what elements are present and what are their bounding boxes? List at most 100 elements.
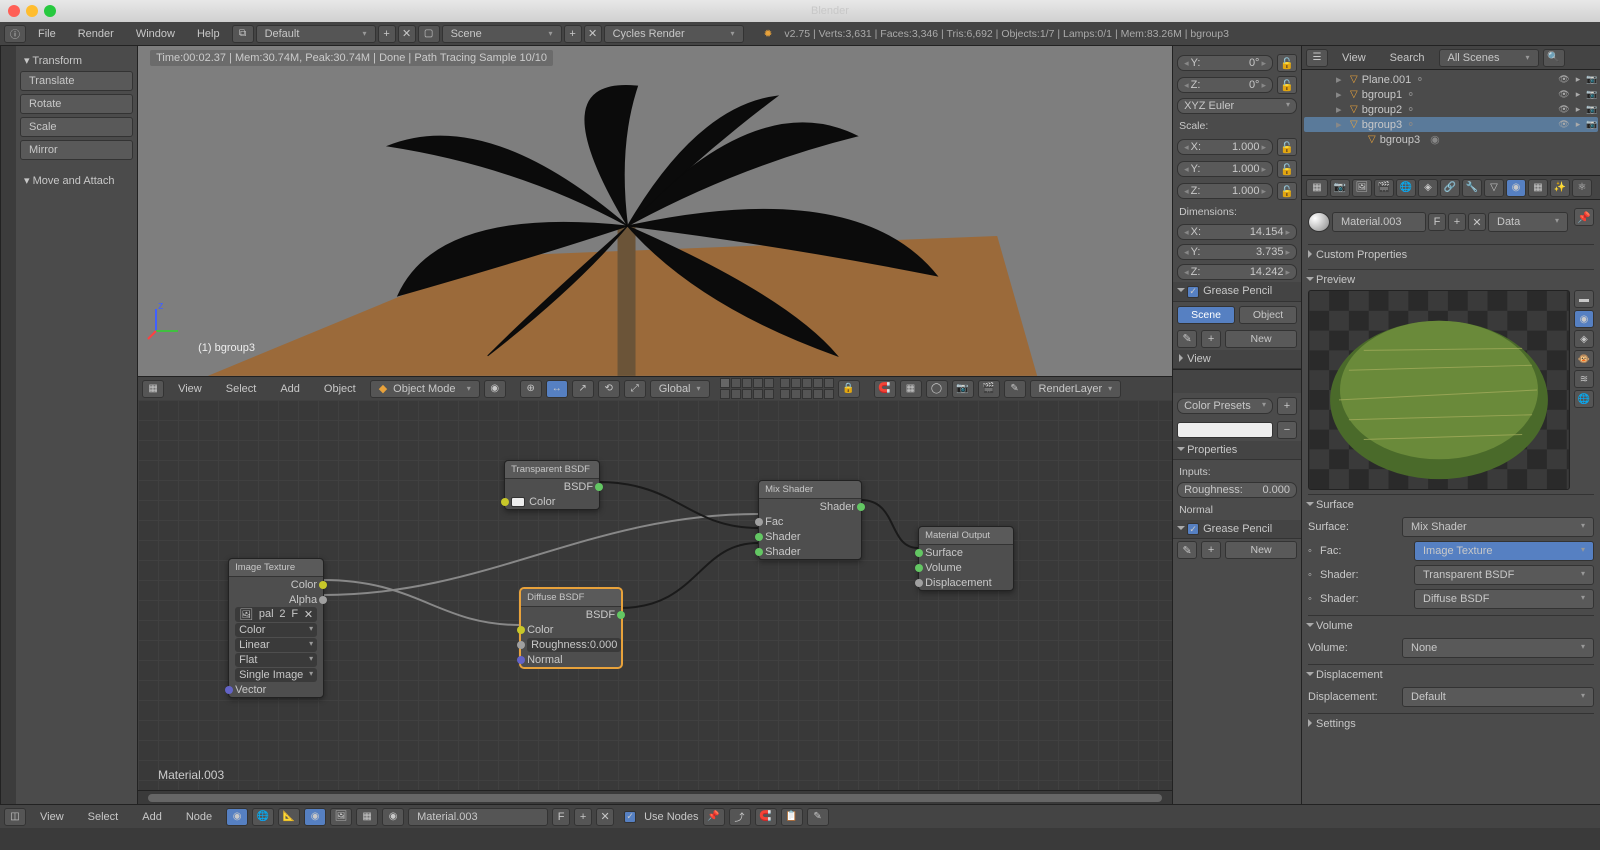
node-mix-shader[interactable]: Mix Shader Shader Fac Shader Shader <box>758 480 862 560</box>
custom-properties-panel[interactable]: Custom Properties <box>1308 244 1594 265</box>
preview-world-icon[interactable]: 🌐 <box>1574 390 1594 408</box>
ctx-scene-icon[interactable]: 🎬 <box>1374 179 1394 197</box>
preview-hair-icon[interactable]: ≋ <box>1574 370 1594 388</box>
view3d-menu-object[interactable]: Object <box>314 379 366 399</box>
snap-type-icon[interactable]: ▦ <box>900 380 922 398</box>
zoom-window-button[interactable] <box>44 5 56 17</box>
restrict-icon[interactable]: ▸ <box>1572 74 1584 86</box>
gpencil-icon[interactable]: ✎ <box>807 808 829 826</box>
volume-panel[interactable]: Volume <box>1308 615 1594 636</box>
outliner-row[interactable]: ▸▽bgroup2 ⚬👁▸📷 <box>1304 102 1598 117</box>
gp-brush-icon[interactable]: ✎ <box>1177 541 1197 559</box>
dim-z-field[interactable]: Z:14.242 <box>1177 264 1297 280</box>
roughness-field[interactable]: Roughness:0.000 <box>1177 482 1297 498</box>
outliner-view-menu[interactable]: View <box>1332 48 1376 68</box>
roughness-field[interactable]: Roughness:0.000 <box>527 638 621 652</box>
node-menu-add[interactable]: Add <box>132 807 172 827</box>
color-swatch[interactable] <box>511 497 525 507</box>
surface-panel[interactable]: Surface <box>1308 494 1594 515</box>
material-browse-icon[interactable]: ◉ <box>382 808 404 826</box>
rot-z-field[interactable]: Z:0° <box>1177 77 1273 93</box>
render-engine-dropdown[interactable]: Cycles Render <box>604 25 744 43</box>
gp-add-icon[interactable]: + <box>1201 541 1221 559</box>
gp-new-button-2[interactable]: New <box>1225 541 1297 559</box>
preset-remove-icon[interactable]: − <box>1277 421 1297 439</box>
gpencil-icon[interactable]: ✎ <box>1004 380 1026 398</box>
gp-object-button[interactable]: Object <box>1239 306 1297 324</box>
material-sphere-icon[interactable] <box>1308 212 1330 232</box>
shader2-dropdown[interactable]: Diffuse BSDF <box>1414 589 1594 609</box>
restrict-icon[interactable]: 📷 <box>1586 89 1598 101</box>
lock-icon[interactable]: 🔓 <box>1277 138 1297 156</box>
properties-editor-icon[interactable]: ▦ <box>1306 179 1328 197</box>
material-add-button[interactable]: + <box>1448 213 1466 231</box>
orientation-dropdown[interactable]: Global <box>650 380 710 398</box>
move-attach-panel-header[interactable]: ▾ Move and Attach <box>20 170 133 191</box>
manipulator-scale-icon[interactable]: ⤢ <box>624 380 646 398</box>
preview-flat-icon[interactable]: ▬ <box>1574 290 1594 308</box>
node-image-texture[interactable]: Image Texture Color Alpha 🖼pal2F✕ Color … <box>228 558 324 698</box>
scale-button[interactable]: Scale <box>20 117 133 137</box>
link-dropdown[interactable]: Data <box>1488 212 1568 232</box>
node-editor[interactable]: Image Texture Color Alpha 🖼pal2F✕ Color … <box>138 400 1172 790</box>
pivot-icon[interactable]: ⊕ <box>520 380 542 398</box>
minimize-window-button[interactable] <box>26 5 38 17</box>
restrict-icon[interactable]: ▸ <box>1572 89 1584 101</box>
node-editor-icon[interactable]: ◫ <box>4 808 26 826</box>
material-remove-button[interactable]: ✕ <box>596 808 614 826</box>
lock-icon[interactable]: 🔓 <box>1277 76 1297 94</box>
displacement-panel[interactable]: Displacement <box>1308 664 1594 685</box>
preview-cube-icon[interactable]: ◈ <box>1574 330 1594 348</box>
gp-add-icon[interactable]: + <box>1201 330 1221 348</box>
grease-pencil-panel-2[interactable]: ✓Grease Pencil <box>1173 520 1301 540</box>
node-menu-view[interactable]: View <box>30 807 74 827</box>
scale-y-field[interactable]: Y:1.000 <box>1177 161 1273 177</box>
tree-type-shader-icon[interactable]: ◉ <box>304 808 326 826</box>
view3d-menu-select[interactable]: Select <box>216 379 267 399</box>
preview-panel[interactable]: Preview <box>1308 269 1594 290</box>
editor-type-icon[interactable]: ⓘ <box>4 25 26 43</box>
material-add-button[interactable]: + <box>574 808 592 826</box>
manipulator-icon[interactable]: ↔ <box>546 380 568 398</box>
material-name-field[interactable]: Material.003 <box>1332 212 1426 232</box>
mode-dropdown[interactable]: ◆Object Mode <box>370 380 480 398</box>
outliner-filter-dropdown[interactable]: All Scenes <box>1439 49 1539 67</box>
search-icon[interactable]: 🔍 <box>1543 49 1565 67</box>
view3d-menu-add[interactable]: Add <box>270 379 310 399</box>
toolshelf-tabs[interactable] <box>0 46 16 804</box>
proportional-icon[interactable]: ◯ <box>926 380 948 398</box>
manipulator-rotate-icon[interactable]: ⟲ <box>598 380 620 398</box>
fake-user-button[interactable]: F <box>552 808 570 826</box>
shader-type-object-icon[interactable]: ◉ <box>226 808 248 826</box>
colorspace-dropdown[interactable]: Color <box>235 623 317 637</box>
rot-y-field[interactable]: Y:0° <box>1177 55 1273 71</box>
menu-window[interactable]: Window <box>126 24 185 44</box>
ctx-renderlayers-icon[interactable]: 🖼 <box>1352 179 1372 197</box>
node-material-output[interactable]: Material Output Surface Volume Displacem… <box>918 526 1014 591</box>
menu-render[interactable]: Render <box>68 24 124 44</box>
pin-icon[interactable]: 📌 <box>703 808 725 826</box>
node-transparent-bsdf[interactable]: Transparent BSDF BSDF Color <box>504 460 600 510</box>
node-menu-select[interactable]: Select <box>78 807 129 827</box>
view3d-editor-icon[interactable]: ▦ <box>142 380 164 398</box>
interpolation-dropdown[interactable]: Linear <box>235 638 317 652</box>
node-menu-node[interactable]: Node <box>176 807 222 827</box>
remove-layout-button[interactable]: ✕ <box>398 25 416 43</box>
projection-dropdown[interactable]: Flat <box>235 653 317 667</box>
ctx-modifiers-icon[interactable]: 🔧 <box>1462 179 1482 197</box>
gp-new-button[interactable]: New <box>1225 330 1297 348</box>
gp-brush-icon[interactable]: ✎ <box>1177 330 1197 348</box>
ctx-world-icon[interactable]: 🌐 <box>1396 179 1416 197</box>
view-panel[interactable]: View <box>1173 350 1301 369</box>
shader-type-line-icon[interactable]: 📐 <box>278 808 300 826</box>
grease-pencil-panel[interactable]: ✓Grease Pencil <box>1173 282 1301 302</box>
3d-viewport[interactable]: Time:00:02.37 | Mem:30.74M, Peak:30.74M … <box>138 46 1172 376</box>
ctx-render-icon[interactable]: 📷 <box>1330 179 1350 197</box>
ctx-texture-icon[interactable]: ▦ <box>1528 179 1548 197</box>
horizontal-scrollbar[interactable] <box>138 790 1172 804</box>
ctx-object-icon[interactable]: ◈ <box>1418 179 1438 197</box>
snap-icon[interactable]: 🧲 <box>874 380 896 398</box>
menu-file[interactable]: File <box>28 24 66 44</box>
snap-icon[interactable]: 🧲 <box>755 808 777 826</box>
dim-x-field[interactable]: X:14.154 <box>1177 224 1297 240</box>
